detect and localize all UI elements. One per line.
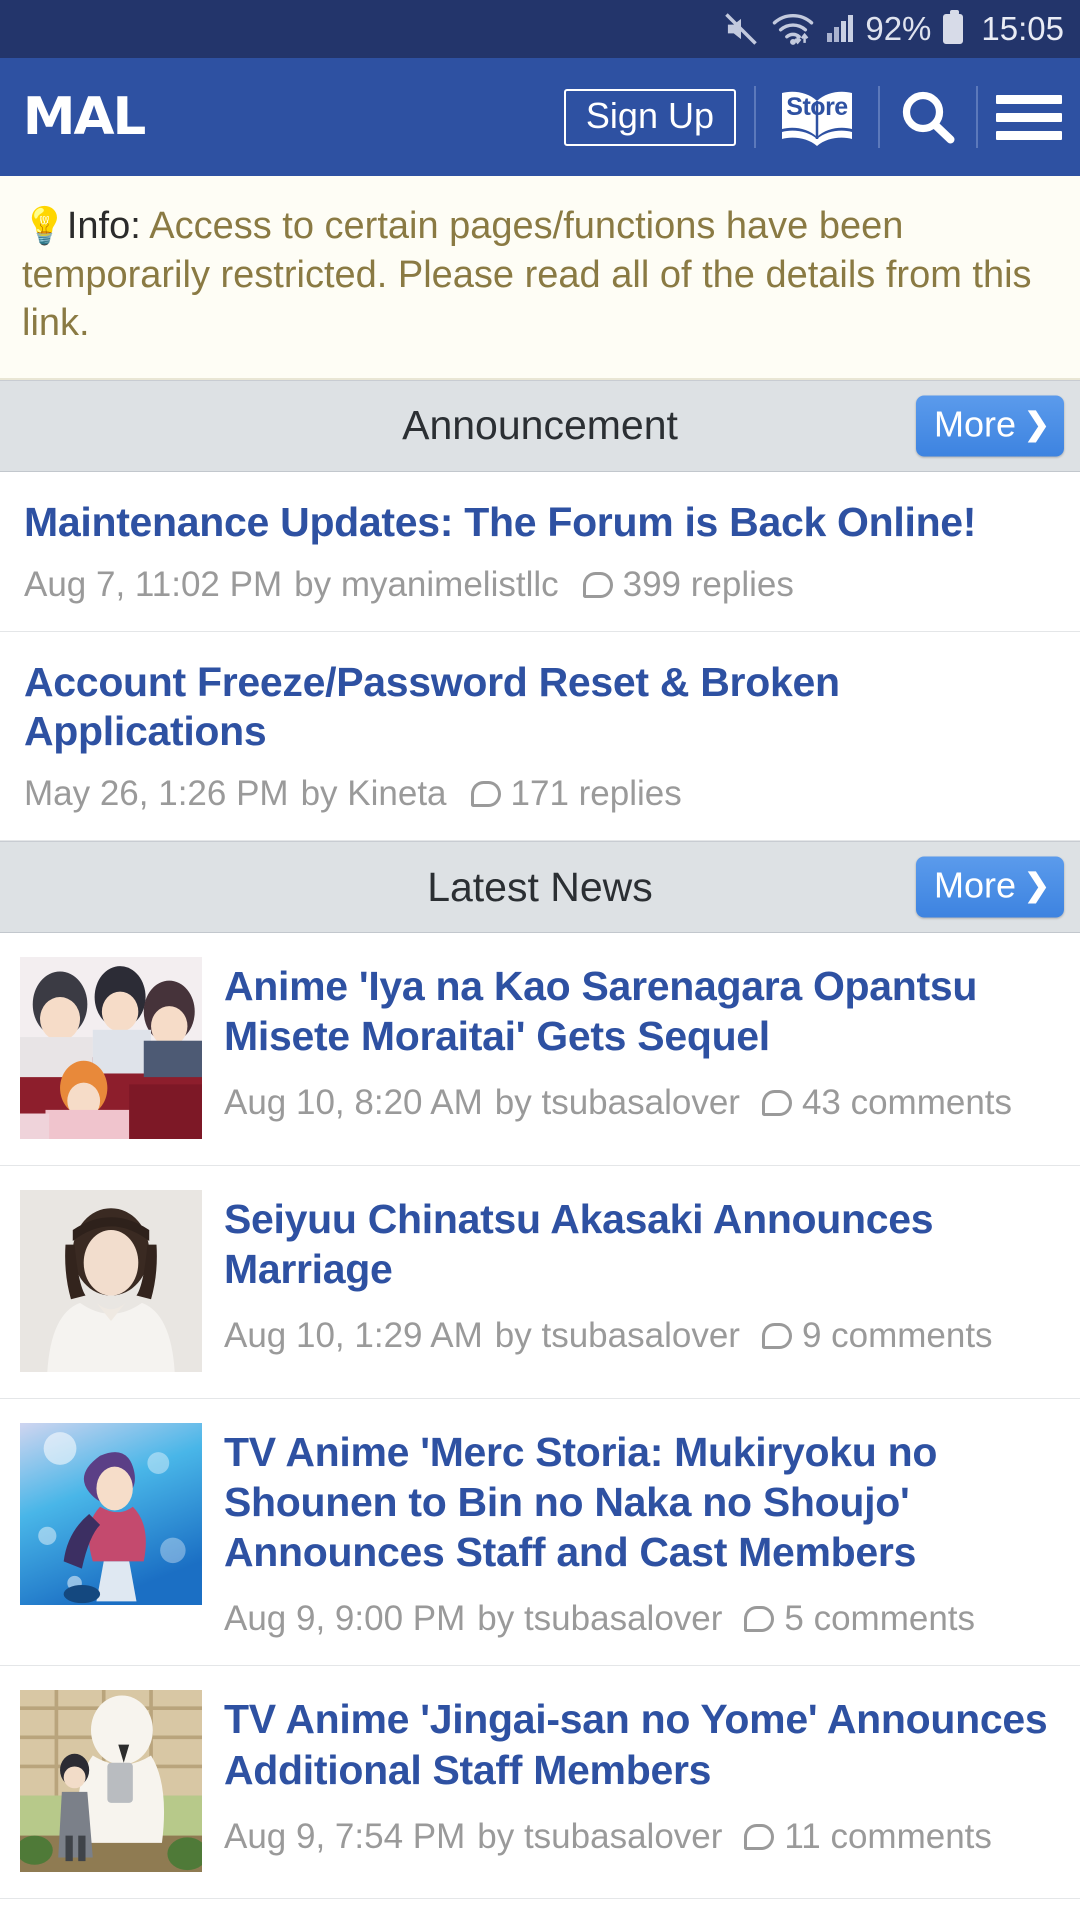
news-author: by tsubasalover: [477, 1816, 723, 1856]
chevron-right-icon: ❯: [1024, 406, 1050, 442]
announcement-replies: 399 replies: [622, 565, 794, 605]
comment-bubble-icon: [744, 1823, 775, 1850]
announcement-meta: May 26, 1:26 PM by Kineta 171 replies: [24, 774, 1056, 814]
store-button[interactable]: Store: [774, 87, 860, 147]
announcement-title: Announcement: [402, 402, 678, 449]
news-comments: 11 comments: [784, 1816, 992, 1856]
news-comments: 5 comments: [784, 1599, 976, 1639]
news-body: TV Anime 'Jingai-san no Yome' Announces …: [224, 1690, 1056, 1872]
battery-icon: [943, 10, 964, 44]
news-row[interactable]: Anime 'Iya na Kao Sarenagara Opantsu Mis…: [0, 933, 1080, 1167]
lightbulb-icon: 💡: [22, 205, 67, 246]
jingai-san-thumbnail[interactable]: [20, 1690, 202, 1873]
comment-bubble-icon: [761, 1090, 792, 1117]
clock-label: 15:05: [981, 10, 1064, 47]
status-bar: 92% 15:05: [0, 0, 1080, 58]
info-banner: 💡Info: Access to certain pages/functions…: [0, 176, 1080, 380]
sign-up-button[interactable]: Sign Up: [563, 88, 736, 146]
announcement-link[interactable]: Maintenance Updates: The Forum is Back O…: [24, 498, 1056, 547]
news-date: Aug 10, 1:29 AM: [224, 1316, 483, 1356]
header-divider: [878, 86, 880, 148]
news-link[interactable]: TV Anime 'Merc Storia: Mukiryoku no Shou…: [224, 1427, 1056, 1577]
announcement-row[interactable]: Maintenance Updates: The Forum is Back O…: [0, 472, 1080, 633]
announcement-date: May 26, 1:26 PM: [24, 774, 289, 814]
open-book-store-icon: Store: [774, 87, 860, 147]
news-author: by tsubasalover: [494, 1083, 740, 1123]
comment-bubble-icon: [744, 1606, 775, 1633]
news-meta: Aug 9, 9:00 PM by tsubasalover 5 comment…: [224, 1599, 1056, 1639]
more-label: More: [933, 403, 1017, 445]
announcement-meta: Aug 7, 11:02 PM by myanimelistllc 399 re…: [24, 565, 1056, 605]
announcement-link[interactable]: Account Freeze/Password Reset & Broken A…: [24, 658, 1056, 756]
comment-bubble-icon: [470, 781, 501, 808]
store-label: Store: [786, 93, 848, 121]
comment-bubble-icon: [761, 1323, 792, 1350]
news-date: Aug 10, 8:20 AM: [224, 1083, 483, 1123]
announcement-date: Aug 7, 11:02 PM: [24, 565, 283, 605]
news-row[interactable]: TV Anime 'Jingai-san no Yome' Announces …: [0, 1666, 1080, 1900]
news-comments: 9 comments: [801, 1316, 993, 1356]
app-header: MAL Sign Up Store: [0, 58, 1080, 176]
announcement-more-button[interactable]: More ❯: [915, 395, 1064, 457]
comment-bubble-icon: [582, 572, 613, 599]
news-author: by tsubasalover: [494, 1316, 740, 1356]
announcement-replies: 171 replies: [510, 774, 682, 814]
announcement-row[interactable]: Account Freeze/Password Reset & Broken A…: [0, 632, 1080, 842]
news-section-header: Latest News More ❯: [0, 841, 1080, 934]
news-link[interactable]: TV Anime 'Jingai-san no Yome' Announces …: [224, 1694, 1056, 1794]
search-button[interactable]: [898, 87, 958, 147]
announcement-author: by Kineta: [300, 774, 447, 814]
header-divider: [754, 86, 756, 148]
chevron-right-icon: ❯: [1024, 867, 1050, 903]
merc-storia-thumbnail[interactable]: [20, 1423, 202, 1606]
hamburger-menu-icon[interactable]: [996, 94, 1062, 140]
news-meta: Aug 10, 1:29 AM by tsubasalover 9 commen…: [224, 1316, 1056, 1356]
news-meta: Aug 10, 8:20 AM by tsubasalover 43 comme…: [224, 1083, 1056, 1123]
news-more-button[interactable]: More ❯: [915, 856, 1064, 918]
more-label: More: [933, 864, 1017, 906]
news-body: Anime 'Iya na Kao Sarenagara Opantsu Mis…: [224, 957, 1056, 1139]
news-link[interactable]: Seiyuu Chinatsu Akasaki Announces Marria…: [224, 1194, 1056, 1294]
news-body: Seiyuu Chinatsu Akasaki Announces Marria…: [224, 1190, 1056, 1372]
mal-logo[interactable]: MAL: [23, 91, 147, 143]
seiyuu-portrait-thumbnail[interactable]: [20, 1190, 202, 1373]
search-icon: [902, 91, 955, 144]
cellular-signal-icon: [827, 15, 854, 42]
news-date: Aug 9, 9:00 PM: [224, 1599, 466, 1639]
anime-group-thumbnail[interactable]: [20, 957, 202, 1140]
header-divider: [976, 86, 978, 148]
announcement-author: by myanimelistllc: [294, 565, 559, 605]
news-meta: Aug 9, 7:54 PM by tsubasalover 11 commen…: [224, 1817, 1056, 1857]
news-link[interactable]: Anime 'Iya na Kao Sarenagara Opantsu Mis…: [224, 961, 1056, 1061]
info-label: Info:: [66, 205, 141, 247]
news-row[interactable]: TV Anime 'Merc Storia: Mukiryoku no Shou…: [0, 1399, 1080, 1667]
mute-icon: [723, 13, 759, 45]
news-row[interactable]: Seiyuu Chinatsu Akasaki Announces Marria…: [0, 1166, 1080, 1400]
news-author: by tsubasalover: [477, 1599, 723, 1639]
announcement-section-header: Announcement More ❯: [0, 379, 1080, 472]
info-message: Access to certain pages/functions have b…: [22, 205, 1032, 345]
news-comments: 43 comments: [801, 1083, 1013, 1123]
news-body: TV Anime 'Merc Storia: Mukiryoku no Shou…: [224, 1423, 1056, 1639]
info-banner-text: 💡Info: Access to certain pages/functions…: [22, 202, 1054, 348]
wifi-icon: [771, 12, 815, 46]
news-title: Latest News: [427, 863, 653, 910]
battery-percent-label: 92%: [865, 10, 932, 47]
news-date: Aug 9, 7:54 PM: [224, 1816, 466, 1856]
